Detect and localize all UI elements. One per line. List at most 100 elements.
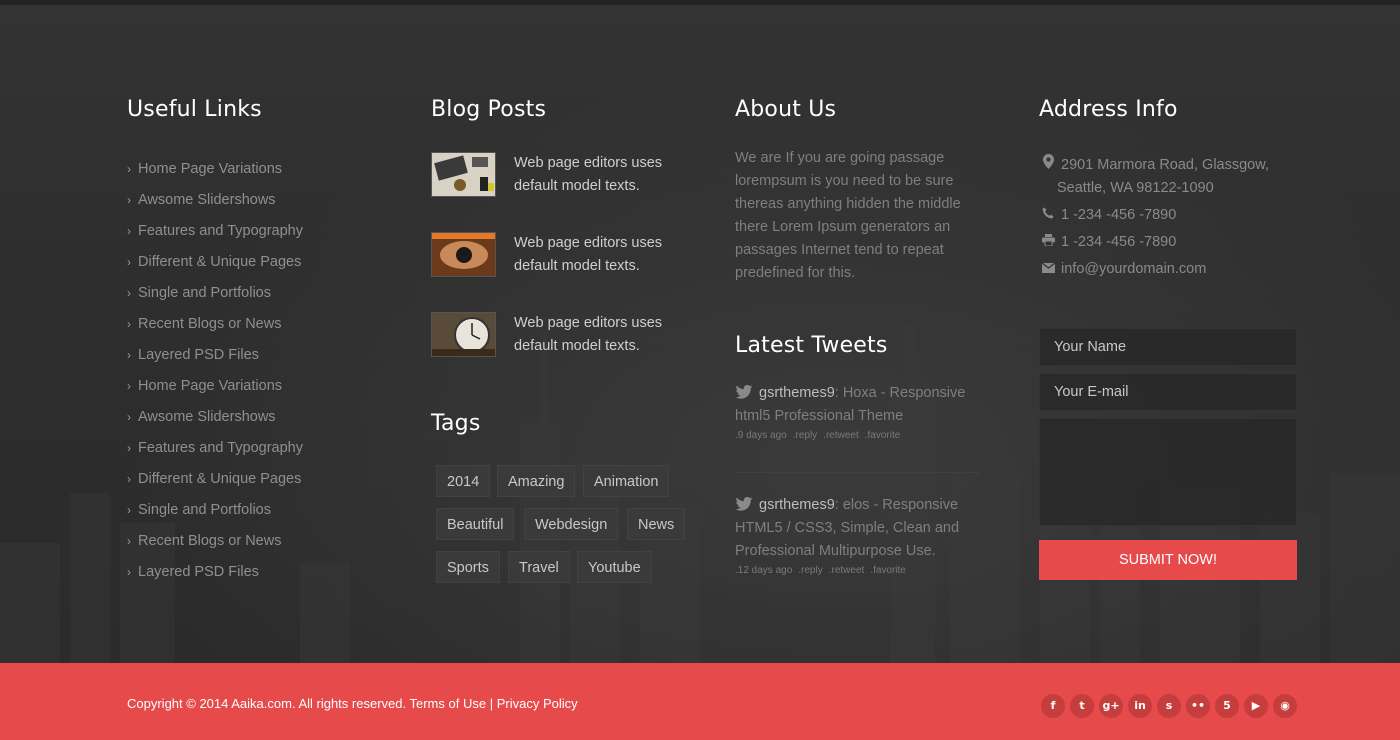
- blog-post-item[interactable]: Web page editors uses default model text…: [431, 232, 691, 282]
- envelope-icon: [1039, 258, 1057, 281]
- useful-link-item[interactable]: › Layered PSD Files: [127, 556, 303, 587]
- tag-amazing[interactable]: Amazing: [497, 465, 576, 497]
- useful-links-section: Useful Links: [127, 97, 262, 122]
- print-icon: [1039, 231, 1057, 254]
- tweet-divider: [735, 472, 980, 473]
- tweet-meta: .9 days ago .reply .retweet .favorite: [735, 430, 980, 441]
- useful-link-item[interactable]: › Awsome Slidershows: [127, 184, 303, 215]
- tag-animation[interactable]: Animation: [583, 465, 670, 497]
- useful-link-label[interactable]: Features and Typography: [138, 223, 303, 239]
- useful-link-item[interactable]: › Single and Portfolios: [127, 277, 303, 308]
- tweet-time: .9 days ago: [735, 430, 787, 441]
- useful-link-label[interactable]: Single and Portfolios: [138, 285, 271, 301]
- useful-link-item[interactable]: › Recent Blogs or News: [127, 308, 303, 339]
- useful-link-item[interactable]: › Awsome Slidershows: [127, 401, 303, 432]
- blog-post-text[interactable]: Web page editors uses default model text…: [514, 232, 694, 278]
- email-address[interactable]: info@yourdomain.com: [1061, 261, 1206, 277]
- useful-link-item[interactable]: › Home Page Variations: [127, 153, 303, 184]
- latest-tweets-title: Latest Tweets: [735, 333, 888, 358]
- useful-link-item[interactable]: › Recent Blogs or News: [127, 525, 303, 556]
- tweet-reply-link[interactable]: .reply: [793, 430, 817, 441]
- tweet-username[interactable]: gsrthemes9: [759, 385, 835, 401]
- name-input[interactable]: [1039, 328, 1297, 366]
- linkedin-icon[interactable]: in: [1128, 694, 1152, 718]
- useful-link-label[interactable]: Home Page Variations: [138, 161, 282, 177]
- phone-number: 1 -234 -456 -7890: [1061, 207, 1177, 223]
- tweet-username[interactable]: gsrthemes9: [759, 497, 835, 513]
- useful-link-item[interactable]: › Features and Typography: [127, 215, 303, 246]
- useful-link-label[interactable]: Layered PSD Files: [138, 347, 259, 363]
- desk-thumbnail[interactable]: [431, 152, 496, 197]
- tweet-favorite-link[interactable]: .favorite: [865, 430, 901, 441]
- tweet-meta: .12 days ago .reply .retweet .favorite: [735, 565, 980, 576]
- tweet-reply-link[interactable]: .reply: [798, 565, 822, 576]
- address-info-title: Address Info: [1039, 97, 1178, 122]
- tag-youtube[interactable]: Youtube: [577, 551, 652, 583]
- useful-link-label[interactable]: Awsome Slidershows: [138, 409, 276, 425]
- useful-link-item[interactable]: › Different & Unique Pages: [127, 463, 303, 494]
- useful-link-label[interactable]: Awsome Slidershows: [138, 192, 276, 208]
- clock-thumbnail[interactable]: [431, 312, 496, 357]
- chevron-right-icon: ›: [127, 192, 131, 207]
- copyright-bar: Copyright © 2014 Aaika.com. All rights r…: [0, 663, 1400, 740]
- message-textarea[interactable]: [1039, 418, 1297, 526]
- facebook-icon[interactable]: f: [1041, 694, 1065, 718]
- youtube-icon[interactable]: ▶: [1244, 694, 1268, 718]
- useful-link-label[interactable]: Different & Unique Pages: [138, 471, 301, 487]
- useful-link-item[interactable]: › Features and Typography: [127, 432, 303, 463]
- twitter-icon[interactable]: t: [1070, 694, 1094, 718]
- tweet-retweet-link[interactable]: .retweet: [829, 565, 865, 576]
- useful-link-label[interactable]: Layered PSD Files: [138, 564, 259, 580]
- html5-icon[interactable]: 5: [1215, 694, 1239, 718]
- submit-button[interactable]: SUBMIT NOW!: [1039, 540, 1297, 580]
- tag-beautiful[interactable]: Beautiful: [436, 508, 515, 540]
- email-input[interactable]: [1039, 373, 1297, 411]
- fax-number: 1 -234 -456 -7890: [1061, 234, 1177, 250]
- email-row: info@yourdomain.com: [1039, 258, 1206, 281]
- chevron-right-icon: ›: [127, 378, 131, 393]
- chevron-right-icon: ›: [127, 409, 131, 424]
- useful-link-item[interactable]: › Layered PSD Files: [127, 339, 303, 370]
- blog-post-text[interactable]: Web page editors uses default model text…: [514, 152, 694, 198]
- useful-link-item[interactable]: › Home Page Variations: [127, 370, 303, 401]
- useful-link-item[interactable]: › Different & Unique Pages: [127, 246, 303, 277]
- chevron-right-icon: ›: [127, 533, 131, 548]
- blog-post-item[interactable]: Web page editors uses default model text…: [431, 312, 691, 362]
- chevron-right-icon: ›: [127, 564, 131, 579]
- address-street-row: 2901 Marmora Road, Glassgow,: [1039, 154, 1269, 177]
- useful-link-label[interactable]: Recent Blogs or News: [138, 533, 281, 549]
- hands-thumbnail[interactable]: [431, 232, 496, 277]
- tag-travel[interactable]: Travel: [508, 551, 570, 583]
- tag-news[interactable]: News: [627, 508, 686, 540]
- flickr-icon[interactable]: ••: [1186, 694, 1210, 718]
- rss-icon[interactable]: ◉: [1273, 694, 1297, 718]
- useful-link-label[interactable]: Single and Portfolios: [138, 502, 271, 518]
- useful-link-label[interactable]: Different & Unique Pages: [138, 254, 301, 270]
- tweet-retweet-link[interactable]: .retweet: [823, 430, 859, 441]
- useful-link-item[interactable]: › Single and Portfolios: [127, 494, 303, 525]
- chevron-right-icon: ›: [127, 471, 131, 486]
- tag-sports[interactable]: Sports: [436, 551, 500, 583]
- google-plus-icon[interactable]: g+: [1099, 694, 1123, 718]
- chevron-right-icon: ›: [127, 161, 131, 176]
- blog-post-text[interactable]: Web page editors uses default model text…: [514, 312, 694, 358]
- about-us-section: About Us: [735, 97, 836, 122]
- useful-link-label[interactable]: Features and Typography: [138, 440, 303, 456]
- tweet-favorite-link[interactable]: .favorite: [870, 565, 906, 576]
- phone-icon: [1039, 204, 1057, 227]
- skype-icon[interactable]: s: [1157, 694, 1181, 718]
- chevron-right-icon: ›: [127, 285, 131, 300]
- chevron-right-icon: ›: [127, 440, 131, 455]
- useful-link-label[interactable]: Home Page Variations: [138, 378, 282, 394]
- privacy-link[interactable]: Privacy Policy: [497, 696, 578, 711]
- blog-post-item[interactable]: Web page editors uses default model text…: [431, 152, 691, 202]
- address-city: Seattle, WA 98122-1090: [1057, 180, 1214, 196]
- twitter-icon: [735, 497, 753, 511]
- tag-webdesign[interactable]: Webdesign: [524, 508, 619, 540]
- useful-link-label[interactable]: Recent Blogs or News: [138, 316, 281, 332]
- map-marker-icon: [1039, 154, 1057, 177]
- useful-links-list: › Home Page Variations › Awsome Slidershows…: [127, 153, 303, 587]
- chevron-right-icon: ›: [127, 316, 131, 331]
- tag-2014[interactable]: 2014: [436, 465, 491, 497]
- terms-link[interactable]: Terms of Use: [410, 696, 487, 711]
